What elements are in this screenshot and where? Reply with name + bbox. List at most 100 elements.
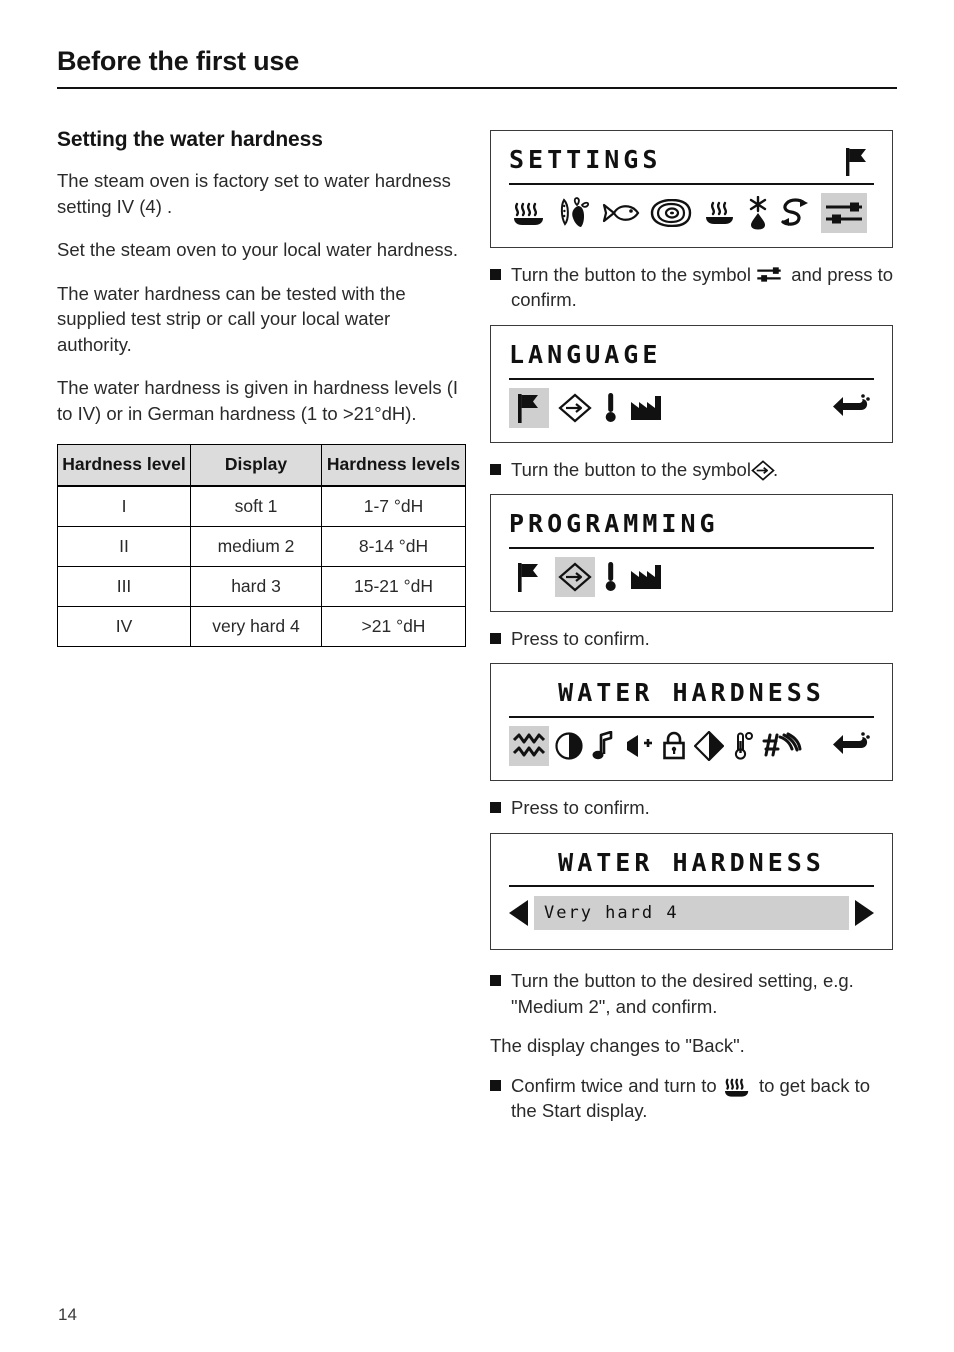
return-arrow-icon[interactable]	[830, 726, 874, 766]
cell-level: II	[57, 526, 191, 567]
paragraph-4: The water hardness is given in hardness …	[57, 377, 459, 424]
table-row: III hard 3 15-21 °dH	[57, 566, 466, 607]
display-settings-title: SETTINGS	[509, 145, 662, 174]
display-programming-icon-row	[509, 555, 874, 599]
programming-diamond-icon[interactable]	[555, 388, 595, 428]
display-water-hardness-menu-title: WATER HARDNESS	[558, 678, 825, 708]
sliders-settings-icon	[756, 265, 786, 285]
display-settings-divider	[509, 182, 874, 185]
display-water-hardness-value-divider	[509, 885, 874, 888]
cell-dh: 8-14 °dH	[321, 526, 466, 567]
flag-icon[interactable]	[509, 557, 549, 597]
step-2-text-a: Turn the button to the symbol	[511, 458, 751, 480]
return-arrow-icon[interactable]	[830, 388, 874, 428]
step-press-to-confirm-1: Press to confirm.	[490, 626, 896, 652]
temperature-unit-icon[interactable]	[729, 726, 757, 766]
bullet-marker	[490, 268, 501, 280]
display-water-hardness-value-title: WATER HARDNESS	[558, 847, 825, 877]
display-language-divider	[509, 377, 874, 380]
fish-icon[interactable]	[601, 193, 641, 233]
step-confirm-twice: Confirm twice and turn to to get back to…	[490, 1073, 896, 1124]
step-turn-to-desired-setting: Turn the button to the desired setting, …	[490, 968, 896, 1019]
sliders-settings-icon[interactable]	[821, 192, 867, 233]
programming-diamond-icon	[751, 459, 775, 481]
table-row: IV very hard 4 >21 °dH	[57, 606, 466, 647]
display-changes-note: The display changes to "Back".	[490, 1035, 745, 1057]
paragraph-1: The steam oven is factory set to water h…	[57, 170, 451, 217]
display-water-hardness-value: WATER HARDNESS Very hard 4	[490, 832, 893, 951]
cell-dh: 1-7 °dH	[321, 485, 466, 527]
step-2-text-b: .	[772, 458, 779, 480]
programming-diamond-icon[interactable]	[555, 556, 595, 597]
step-turn-to-programming-symbol: Turn the button to the symbol .	[490, 457, 896, 483]
header-divider	[57, 86, 897, 89]
thermometer-icon[interactable]	[601, 557, 621, 597]
right-column: SETTINGS Turn the button to the symbol a…	[490, 128, 896, 1136]
column-header-hardness-level: Hardness level	[57, 444, 191, 488]
display-programming: PROGRAMMING	[490, 494, 893, 612]
display-settings: SETTINGS	[490, 130, 893, 248]
display-language: LANGUAGE	[490, 324, 893, 443]
page-header: Before the first use	[57, 46, 897, 89]
cell-dh: 15-21 °dH	[321, 566, 466, 607]
hardness-table: Hardness level Display Hardness levels I…	[57, 444, 466, 647]
meat-icon[interactable]	[647, 193, 693, 233]
previous-value-arrow[interactable]	[509, 900, 528, 927]
special-cycle-icon[interactable]	[777, 193, 815, 233]
display-language-title: LANGUAGE	[509, 339, 662, 369]
bullet-marker	[490, 463, 501, 475]
step-1-text-a: Turn the button to the symbol	[511, 263, 751, 285]
lock-icon[interactable]	[659, 726, 689, 766]
table-header-row: Hardness level Display Hardness levels	[57, 444, 466, 488]
display-language-icon-row	[509, 386, 874, 430]
buzzer-note-icon[interactable]	[589, 726, 617, 766]
contrast-icon[interactable]	[552, 726, 586, 766]
cell-dh: >21 °dH	[321, 606, 466, 647]
left-column: Setting the water hardness The steam ove…	[57, 128, 467, 647]
vegetables-icon[interactable]	[555, 193, 595, 233]
step-3-text: Press to confirm.	[511, 627, 650, 649]
brightness-diamond-icon[interactable]	[692, 726, 726, 766]
volume-up-icon[interactable]	[620, 726, 656, 766]
selected-hardness-value[interactable]: Very hard 4	[534, 896, 849, 931]
column-header-hardness-levels: Hardness levels	[321, 444, 466, 488]
step-6-text-a: Confirm twice and turn to	[511, 1074, 717, 1096]
page-title: Before the first use	[57, 46, 300, 76]
cell-display: hard 3	[190, 566, 322, 607]
next-value-arrow[interactable]	[855, 900, 874, 927]
paragraph-2: Set the steam oven to your local water h…	[57, 239, 459, 261]
factory-icon[interactable]	[627, 388, 665, 428]
paragraph-3: The water hardness can be tested with th…	[57, 282, 406, 355]
steam-icon	[722, 1075, 754, 1097]
section-title: Setting the water hardness	[57, 128, 323, 151]
water-hardness-selector: Very hard 4	[509, 893, 874, 933]
cell-display: soft 1	[190, 485, 322, 527]
display-settings-icon-row	[509, 191, 874, 235]
thermometer-icon[interactable]	[601, 388, 621, 428]
reheat-icon[interactable]	[699, 193, 739, 233]
cell-display: medium 2	[190, 526, 322, 567]
cell-level: III	[57, 566, 191, 607]
display-water-hardness-menu-icon-row	[509, 724, 874, 768]
table-row: II medium 2 8-14 °dH	[57, 526, 466, 567]
bullet-marker	[490, 975, 501, 987]
factory-icon[interactable]	[627, 557, 665, 597]
step-press-to-confirm-2: Press to confirm.	[490, 795, 896, 821]
steam-icon[interactable]	[509, 193, 549, 233]
document-page: Before the first use Setting the water h…	[0, 0, 954, 1352]
descale-icon[interactable]	[760, 726, 804, 766]
flag-icon[interactable]	[509, 387, 549, 428]
bullet-marker	[490, 802, 501, 814]
display-water-hardness-menu: WATER HARDNESS	[490, 663, 893, 782]
step-turn-to-settings-symbol: Turn the button to the symbol and press …	[490, 262, 896, 313]
cell-display: very hard 4	[190, 606, 322, 647]
bullet-marker	[490, 1079, 501, 1091]
step-5-text: Turn the button to the desired setting, …	[511, 970, 854, 1017]
step-4-text: Press to confirm.	[511, 797, 650, 819]
cell-level: IV	[57, 606, 191, 647]
defrost-drop-icon[interactable]	[745, 193, 771, 233]
bullet-marker	[490, 632, 501, 644]
display-water-hardness-menu-divider	[509, 716, 874, 719]
water-hardness-icon[interactable]	[509, 726, 549, 767]
display-programming-divider	[509, 546, 874, 549]
